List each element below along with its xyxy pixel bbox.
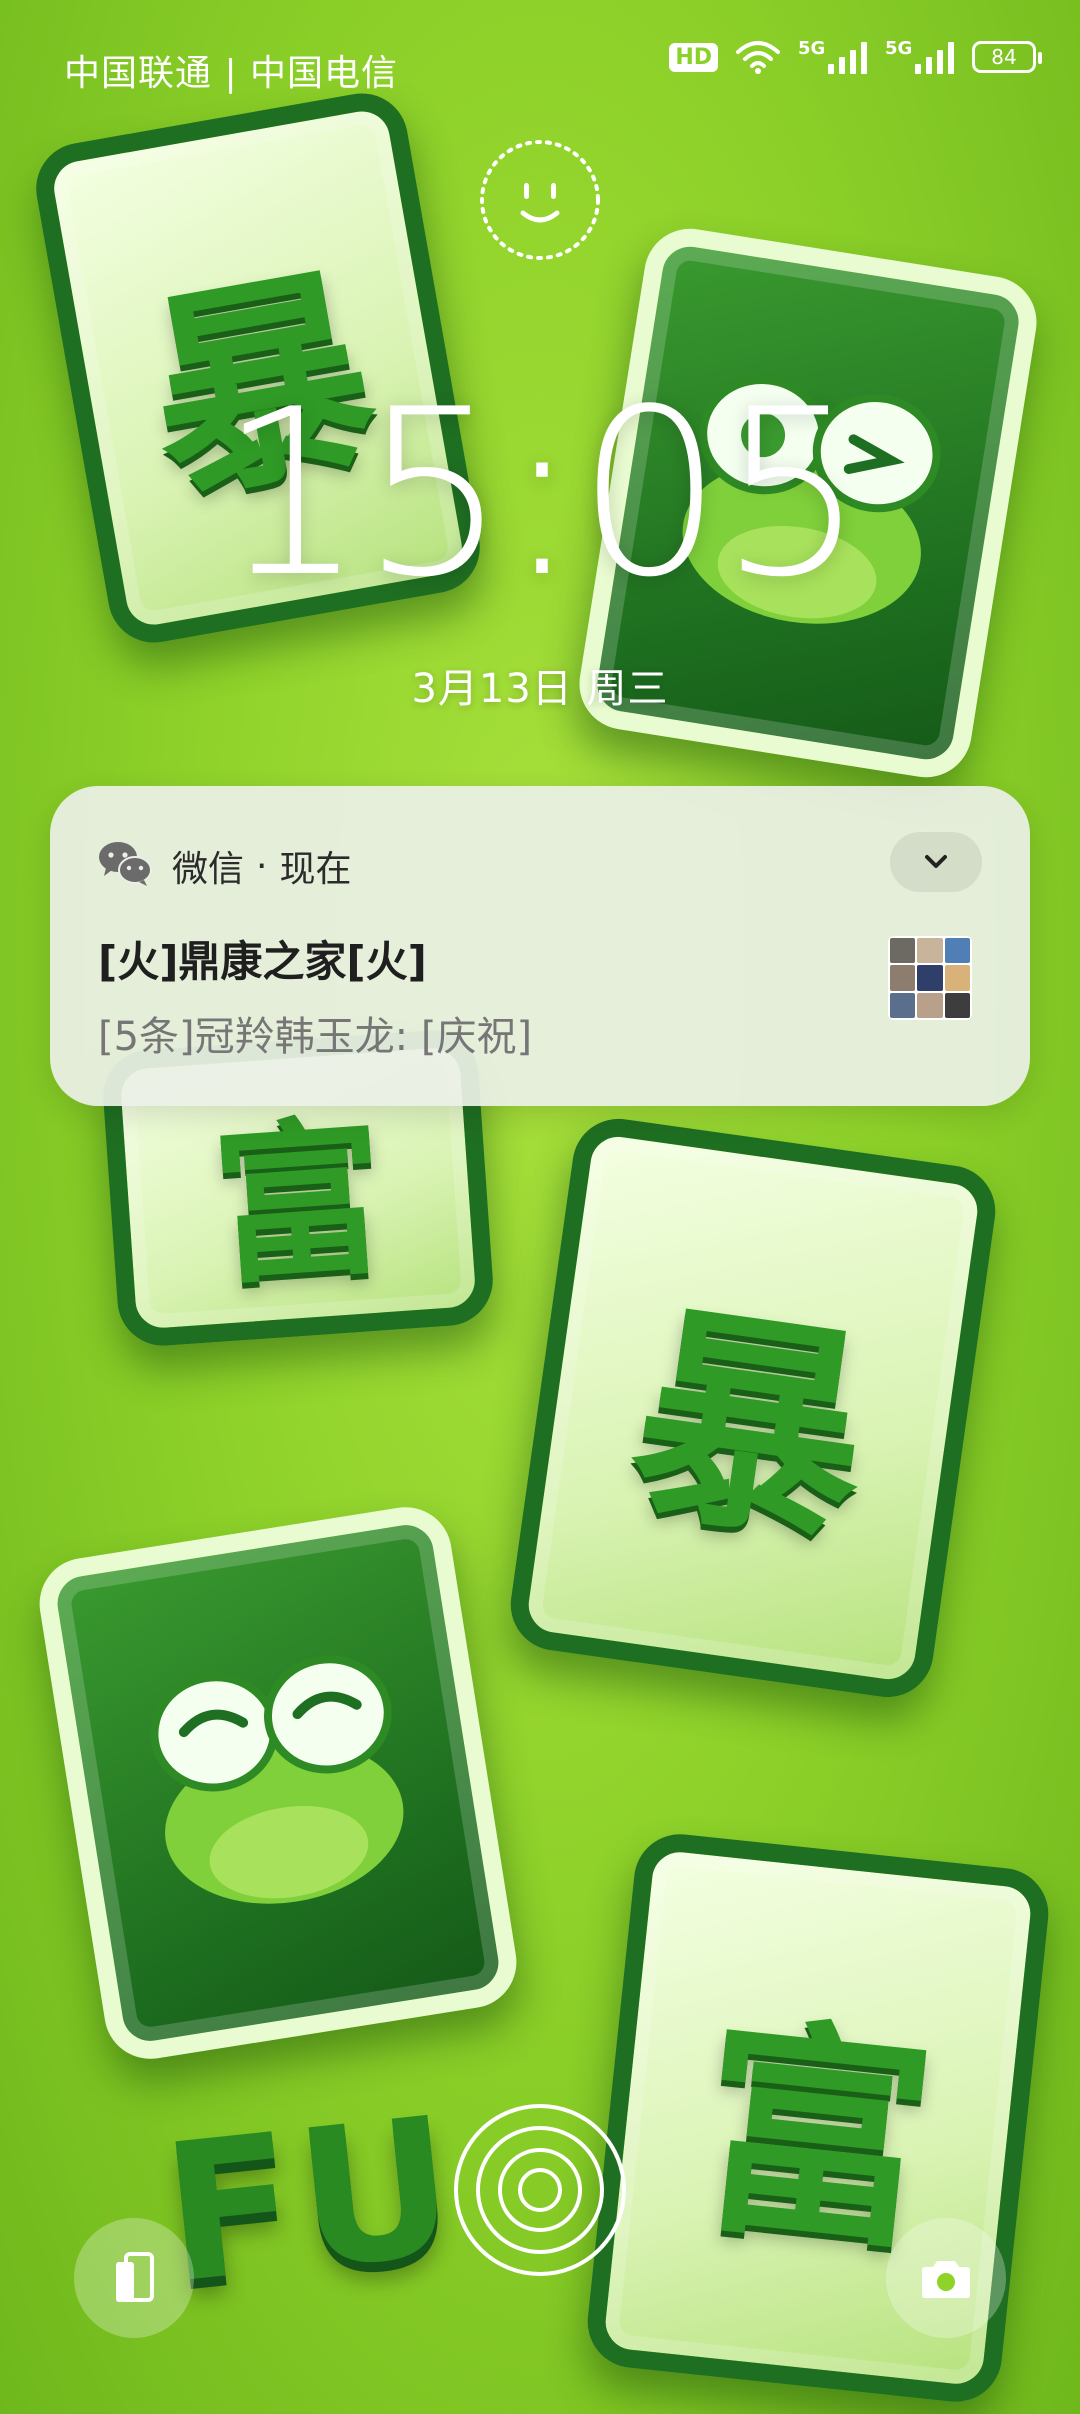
wallet-shortcut-button[interactable] [74,2218,194,2338]
signal-icon-sim2: 5G [885,38,954,74]
notification-app-name: 微信 [172,849,245,890]
network-type: 5G [885,38,913,59]
lock-screen: 暴 富 暴 富 FU 中国联通 | 中国电信 HD 5G 5G 84 15:05… [0,0,1080,2414]
notification-time: 现在 [279,849,352,890]
status-icons: HD 5G 5G 84 [669,38,1042,74]
lockscreen-date: 3月13日 周三 [411,666,669,712]
network-type: 5G [798,38,826,59]
wallpaper-fu-text: FU [154,2075,468,2326]
lockscreen-clock: 15:05 [218,361,866,628]
expand-notification-button[interactable] [890,832,982,892]
wechat-icon [99,842,152,886]
wallpaper-glyph: 暴 [617,1280,883,1578]
carrier-label: 中国联通 | 中国电信 [64,53,399,94]
face-unlock-icon [480,140,600,260]
wallpaper-tile-frog-bottom [32,1500,524,2066]
notification-title: [火]鼎康之家[火] [98,937,427,986]
battery-level: 84 [991,45,1017,69]
battery-icon: 84 [972,41,1042,73]
wallpaper-tile-bao-mid: 暴 [504,1112,1002,1704]
hd-voice-icon: HD [669,42,718,72]
card-icon [116,2252,154,2302]
chevron-down-icon [925,855,947,868]
camera-icon [922,2261,970,2298]
notification-header: 微信 · 现在 [172,840,351,892]
signal-icon-sim1: 5G [798,38,867,74]
wechat-notification-card[interactable]: 微信 · 现在 [火]鼎康之家[火] [5条]冠羚韩玉龙: [庆祝] [50,786,1030,1106]
notification-separator: · [256,845,268,887]
fingerprint-unlock-icon[interactable] [450,2100,630,2280]
notification-body: [5条]冠羚韩玉龙: [庆祝] [98,1014,533,1060]
status-bar: 中国联通 | 中国电信 HD 5G 5G 84 [0,0,1080,130]
camera-shortcut-button[interactable] [886,2218,1006,2338]
wifi-icon [736,41,780,74]
frog-illustration [150,1655,404,1904]
group-avatar [888,936,972,1020]
